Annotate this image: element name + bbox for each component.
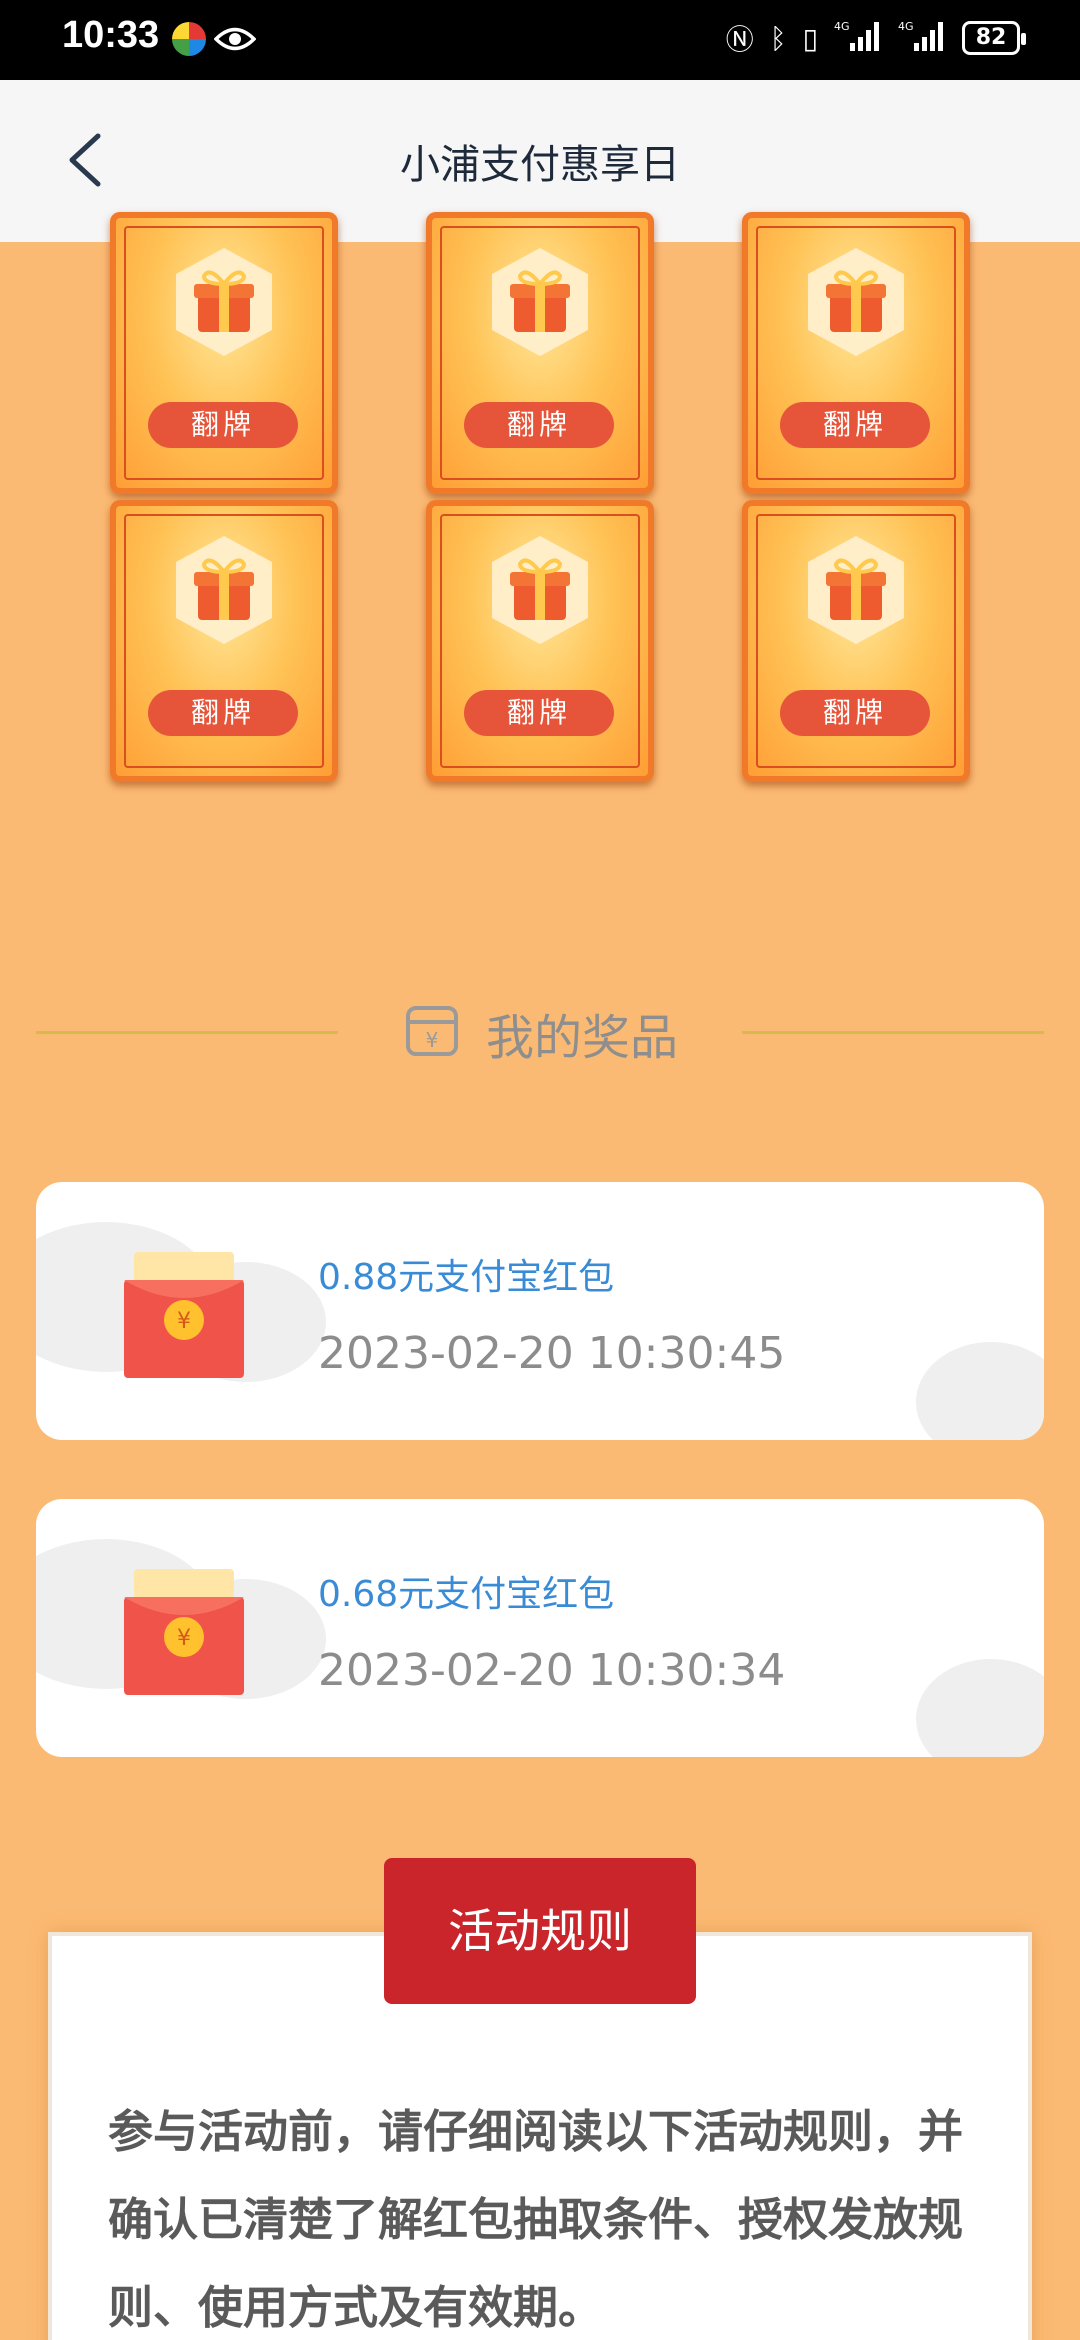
red-envelope-icon: ¥: [124, 1252, 244, 1378]
gift-icon: [492, 248, 588, 356]
cloud-decoration: [916, 1342, 1044, 1440]
nfc-icon: Ⓝ: [725, 23, 754, 56]
section-divider-left: [36, 1031, 338, 1034]
gift-icon: [808, 536, 904, 644]
flip-card[interactable]: 翻牌: [426, 500, 654, 782]
flip-card-label: 翻牌: [464, 690, 614, 736]
pinwheel-icon: [172, 22, 206, 56]
signal-4g-icon: 4G: [834, 19, 882, 57]
prize-timestamp: 2023-02-20 10:30:45: [318, 1328, 786, 1379]
flip-card[interactable]: 翻牌: [742, 212, 970, 494]
flip-card-label: 翻牌: [780, 402, 930, 448]
section-divider-right: [742, 1031, 1044, 1034]
prize-name: 0.68元支付宝红包: [318, 1574, 615, 1615]
red-envelope-icon: ¥: [124, 1569, 244, 1695]
status-time: 10:33: [62, 14, 160, 56]
flip-card-label: 翻牌: [148, 690, 298, 736]
flip-card[interactable]: 翻牌: [110, 212, 338, 494]
flip-card[interactable]: 翻牌: [742, 500, 970, 782]
flip-card-grid: 翻牌 翻牌 翻牌 翻牌 翻牌 翻牌: [0, 212, 1080, 802]
signal-4g-icon: 4G: [898, 19, 946, 57]
vibrate-icon: ▯: [802, 21, 818, 55]
bluetooth-icon: ᛒ: [769, 21, 787, 55]
page-title: 小浦支付惠享日: [400, 142, 680, 188]
status-bar: 10:33 Ⓝ ᛒ ▯ 4G 4G 82: [0, 0, 1080, 80]
gift-icon: [176, 248, 272, 356]
flip-card[interactable]: 翻牌: [110, 500, 338, 782]
cloud-decoration: [916, 1659, 1044, 1757]
ticket-yuan-icon: ¥: [406, 1006, 458, 1056]
gift-icon: [176, 536, 272, 644]
flip-card-label: 翻牌: [780, 690, 930, 736]
flip-card-label: 翻牌: [464, 402, 614, 448]
prize-timestamp: 2023-02-20 10:30:34: [318, 1645, 786, 1696]
section-title: 我的奖品: [486, 1010, 679, 1066]
svg-text:¥: ¥: [177, 1309, 191, 1334]
prize-card[interactable]: ¥ 0.88元支付宝红包 2023-02-20 10:30:45: [36, 1182, 1044, 1440]
prize-name: 0.88元支付宝红包: [318, 1257, 615, 1298]
svg-text:4G: 4G: [834, 20, 850, 33]
eye-icon: [213, 22, 257, 60]
battery-indicator: 82: [962, 21, 1026, 55]
svg-text:¥: ¥: [426, 1028, 439, 1052]
flip-card[interactable]: 翻牌: [426, 212, 654, 494]
rules-text: 参与活动前，请仔细阅读以下活动规则，并确认已清楚了解红包抽取条件、授权发放规则、…: [108, 2105, 964, 2334]
svg-text:¥: ¥: [177, 1626, 191, 1651]
svg-text:4G: 4G: [898, 20, 914, 33]
gift-icon: [808, 248, 904, 356]
prize-card[interactable]: ¥ 0.68元支付宝红包 2023-02-20 10:30:34: [36, 1499, 1044, 1757]
rules-button[interactable]: 活动规则: [384, 1858, 696, 2004]
flip-card-label: 翻牌: [148, 402, 298, 448]
gift-icon: [492, 536, 588, 644]
